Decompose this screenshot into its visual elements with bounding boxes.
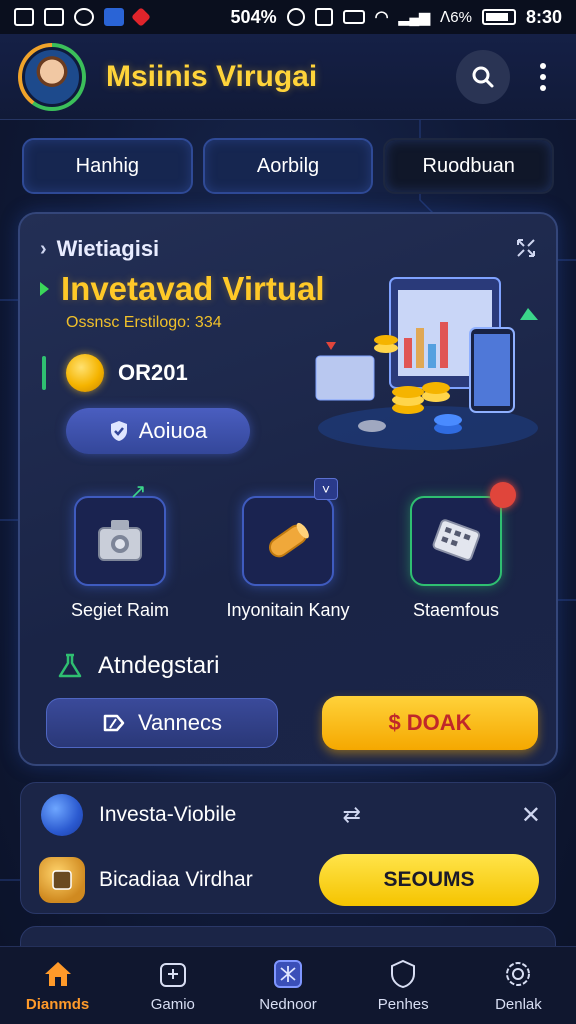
nav-item-gamio[interactable]: Gamio <box>115 947 230 1024</box>
search-button[interactable] <box>456 49 510 104</box>
promo-row1-text: Investa-Viobile <box>99 803 237 826</box>
feature-item-inyonitain-kany[interactable]: ˅ Inyonitain Kany <box>198 478 378 621</box>
coin-icon <box>66 354 104 392</box>
map-icon <box>274 960 302 988</box>
hero-action-label: Aoiuoa <box>138 418 208 443</box>
expand-icon[interactable] <box>514 236 538 260</box>
gallery-icon <box>14 8 34 26</box>
advantage-label: Atndegstari <box>98 652 220 679</box>
flask-icon <box>58 653 82 678</box>
shield-icon <box>391 959 416 989</box>
status-icons-right: 504% ◠ ▂▄▆ ᐱ6% 8:30 <box>231 7 562 28</box>
tab-aorbilg[interactable]: Aorbilg <box>202 138 374 194</box>
data-icon <box>342 10 365 24</box>
card-subheading-row[interactable]: › Wietiagisi <box>40 236 159 262</box>
wifi-icon: ◠ <box>374 9 389 26</box>
notification-dot <box>490 482 516 508</box>
nav-item-dianmds[interactable]: Dianmds <box>0 947 115 1024</box>
hero-subtitle: Ossnsc Erstilogo: 334 <box>66 314 222 331</box>
coin-balance-row: OR201 <box>42 354 188 392</box>
advantage-row: Atndegstari <box>56 652 219 680</box>
feature-item-segiet-raim[interactable]: ↗ Segiet Raim <box>30 482 210 621</box>
nav-label: Dianmds <box>25 996 90 1013</box>
status-bar: 504% ◠ ▂▄▆ ᐱ6% 8:30 <box>0 0 576 34</box>
alert-icon <box>131 7 151 27</box>
clock-icon <box>74 8 94 26</box>
nav-label: Denlak <box>495 996 542 1013</box>
tab-ruodbuan[interactable]: Ruodbuan <box>383 138 555 194</box>
settings-icon <box>506 962 531 986</box>
app-header: Msiinis Virugai <box>0 34 576 120</box>
feature-label: Inyonitain Kany <box>226 600 350 620</box>
page-title: Msiinis Virugai <box>106 59 318 93</box>
home-icon <box>44 962 71 986</box>
nav-item-nednoor[interactable]: Nednoor <box>230 947 345 1024</box>
hero-title: Invetavad Virtual <box>61 270 325 307</box>
globe-icon <box>41 794 83 836</box>
investment-illustration <box>315 277 538 450</box>
device-icon <box>432 519 481 561</box>
box-icon <box>39 857 85 903</box>
chevron-right-icon: › <box>40 237 47 260</box>
coin-value: OR201 <box>118 360 188 385</box>
more-menu-button[interactable] <box>528 57 558 97</box>
status-icons-left <box>14 7 151 27</box>
battery-icon <box>481 9 516 25</box>
app-icon <box>44 8 64 26</box>
close-icon[interactable]: ✕ <box>521 801 541 830</box>
main-investment-card: › Wietiagisi Invetavad Virtual Ossnsc Er… <box>18 212 558 766</box>
camera-icon <box>98 520 142 561</box>
bottom-nav: Dianmds Gamio Nednoor Penhes Denlak <box>0 946 576 1024</box>
promo-row-investa[interactable]: Investa-Viobile ⇄ ✕ <box>41 794 541 836</box>
nav-label: Gamio <box>150 996 195 1013</box>
search-icon <box>472 66 494 87</box>
primary-action-button[interactable]: $ DOAK <box>322 696 538 750</box>
play-arrow-icon <box>40 282 49 296</box>
feature-box: ˅ <box>242 478 338 586</box>
feature-label: Segiet Raim <box>70 600 170 620</box>
promo-card: Investa-Viobile ⇄ ✕ Bicadiaa Virdhar SEO… <box>20 782 556 914</box>
secondary-action-button[interactable]: Vannecs <box>46 698 278 748</box>
avatar[interactable] <box>18 42 86 111</box>
tab-hanhig[interactable]: Hanhig <box>22 138 193 194</box>
tag-icon <box>103 714 125 732</box>
more-vertical-icon <box>540 62 546 69</box>
nav-label: Penhes <box>377 996 429 1013</box>
promo-row2-text: Bicadiaa Virdhar <box>99 868 253 891</box>
hero-action-button[interactable]: Aoiuoa <box>66 408 250 454</box>
notification-icon <box>104 8 124 26</box>
avatar-image <box>22 46 82 107</box>
feature-box: ↗ <box>74 482 166 586</box>
signal-percent: ᐱ6% <box>440 9 472 26</box>
card-subheading: Wietiagisi <box>56 236 160 261</box>
nav-item-penhes[interactable]: Penhes <box>346 947 461 1024</box>
feature-item-staemfous[interactable]: Staemfous <box>366 482 546 621</box>
feature-label: Staemfous <box>412 600 500 620</box>
arrow-up-right-icon: ↗ <box>129 481 147 503</box>
shield-check-icon <box>110 421 127 441</box>
clock-time: 8:30 <box>525 6 562 27</box>
signal-icon: ▂▄▆ <box>398 8 431 25</box>
vibrate-icon <box>314 8 333 26</box>
secondary-action-label: Vannecs <box>138 710 222 735</box>
nav-item-denlak[interactable]: Denlak <box>461 947 576 1024</box>
alarm-icon <box>286 8 305 26</box>
battery-percent: 504% <box>230 6 277 27</box>
feature-box <box>410 482 516 586</box>
chevron-down-icon: ˅ <box>314 478 338 500</box>
swap-arrows-icon[interactable]: ⇄ <box>342 802 360 828</box>
promo-row-bicadiaa: Bicadiaa Virdhar SEOUMS <box>39 853 539 907</box>
tab-bar: Hanhig Aorbilg Ruodbuan <box>22 138 555 194</box>
game-icon <box>159 963 186 987</box>
cylinder-icon <box>268 522 309 558</box>
feature-grid: ↗ Segiet Raim ˅ Inyonitain Kany Staemfou… <box>40 478 540 626</box>
nav-label: Nednoor <box>259 996 317 1013</box>
hero-title-row: Invetavad Virtual <box>40 270 325 308</box>
promo-cta-button[interactable]: SEOUMS <box>319 854 539 906</box>
indicator-bar <box>42 356 46 390</box>
